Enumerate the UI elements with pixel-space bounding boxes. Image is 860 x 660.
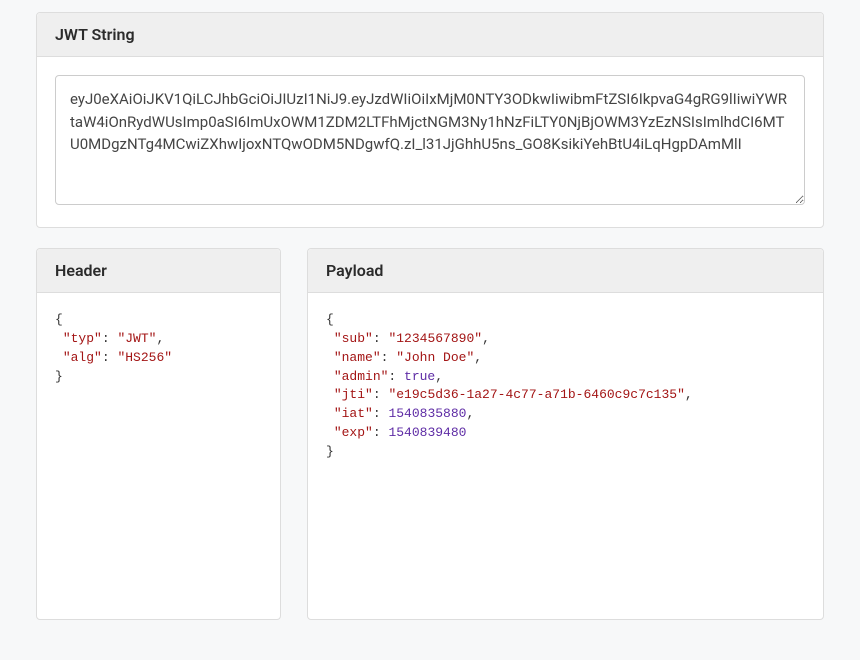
header-json: { "typ": "JWT", "alg": "HS256" } bbox=[55, 311, 262, 601]
payload-heading: Payload bbox=[308, 249, 823, 293]
payload-json: { "sub": "1234567890", "name": "John Doe… bbox=[326, 311, 805, 601]
jwt-string-panel: JWT String bbox=[36, 12, 824, 228]
header-heading: Header bbox=[37, 249, 280, 293]
payload-panel: Payload { "sub": "1234567890", "name": "… bbox=[307, 248, 824, 620]
jwt-string-body bbox=[37, 57, 823, 227]
payload-body: { "sub": "1234567890", "name": "John Doe… bbox=[308, 293, 823, 619]
header-panel: Header { "typ": "JWT", "alg": "HS256" } bbox=[36, 248, 281, 620]
jwt-string-heading: JWT String bbox=[37, 13, 823, 57]
header-body: { "typ": "JWT", "alg": "HS256" } bbox=[37, 293, 280, 619]
jwt-string-input[interactable] bbox=[55, 75, 805, 205]
